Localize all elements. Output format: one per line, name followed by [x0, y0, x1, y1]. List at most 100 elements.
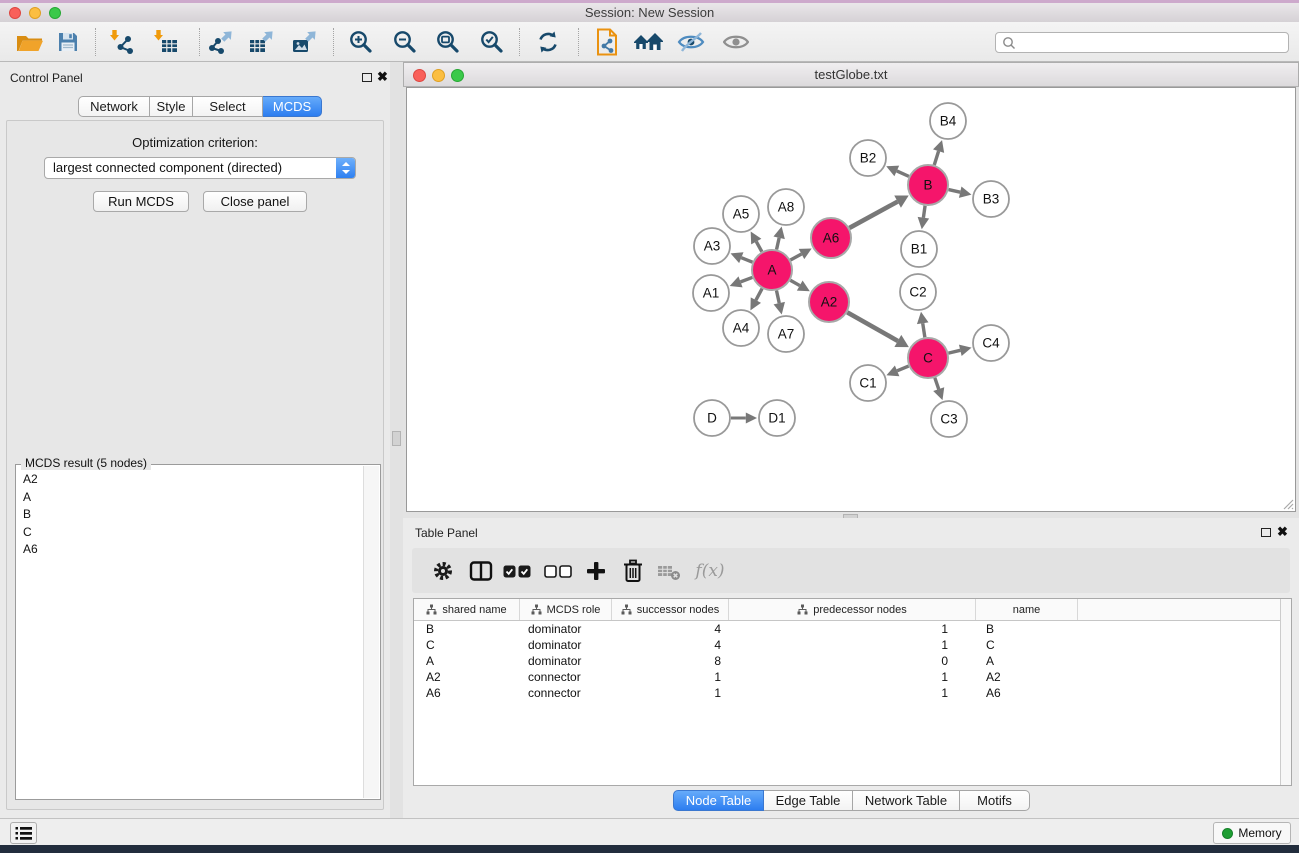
search-field[interactable]	[995, 32, 1289, 53]
table-cell: A	[976, 654, 1078, 668]
result-item-c[interactable]: C	[23, 524, 360, 542]
zoom-fit-icon[interactable]	[432, 26, 464, 58]
table-cell: 1	[729, 622, 976, 636]
column-label: predecessor nodes	[813, 604, 907, 616]
table-scrollbar[interactable]	[1280, 599, 1291, 785]
tab-style[interactable]: Style	[150, 96, 193, 117]
task-history-button[interactable]	[10, 822, 37, 844]
arrowhead-icon	[959, 186, 972, 197]
dropdown-stepper-icon[interactable]	[336, 158, 355, 178]
resize-grip-icon[interactable]	[1281, 497, 1294, 510]
table-row-a[interactable]: Adominator80A	[414, 653, 1291, 669]
mcds-result-items: A2ABCA6	[23, 471, 360, 559]
table-panel: Table Panel ✖ f(x)	[403, 518, 1299, 818]
graph-edge-A-A3	[741, 258, 752, 262]
graph-node-label-B3: B3	[983, 192, 1000, 207]
hide-selected-icon[interactable]	[675, 26, 707, 58]
tab-edge-table[interactable]: Edge Table	[764, 790, 853, 811]
list-icon	[15, 826, 32, 841]
select-all-icon[interactable]	[501, 555, 533, 587]
result-item-a2[interactable]: A2	[23, 471, 360, 489]
column-header-name[interactable]: name	[976, 599, 1078, 620]
column-label: MCDS role	[547, 604, 601, 616]
toolbar-separator	[95, 28, 96, 56]
table-cell: C	[414, 638, 520, 652]
close-panel-button[interactable]: Close panel	[203, 191, 307, 212]
settings-gear-icon[interactable]	[427, 555, 459, 587]
deselect-all-icon[interactable]	[542, 555, 574, 587]
new-network-from-selection-icon[interactable]	[592, 26, 624, 58]
open-session-icon[interactable]	[14, 26, 46, 58]
tab-mcds[interactable]: MCDS	[263, 96, 322, 117]
refresh-icon[interactable]	[532, 26, 564, 58]
mcds-result-list[interactable]: A2ABCA6	[15, 464, 381, 800]
table-cell: 1	[612, 670, 729, 684]
function-builder-icon[interactable]: f(x)	[690, 555, 730, 587]
table-row-c[interactable]: Cdominator41C	[414, 637, 1291, 653]
table-cell: dominator	[520, 654, 612, 668]
column-header-MCDS-role[interactable]: MCDS role	[520, 599, 612, 620]
tab-motifs[interactable]: Motifs	[960, 790, 1030, 811]
graph-edge-C-C1	[897, 366, 908, 371]
splitter-handle[interactable]	[392, 431, 401, 446]
delete-column-trash-icon[interactable]	[617, 555, 649, 587]
network-window-titlebar[interactable]: testGlobe.txt	[403, 62, 1299, 87]
result-item-b[interactable]: B	[23, 506, 360, 524]
float-table-panel-icon[interactable]	[1261, 528, 1271, 537]
criterion-dropdown[interactable]: largest connected component (directed)	[44, 157, 356, 179]
export-image-icon[interactable]	[289, 26, 321, 58]
split-view-icon[interactable]	[465, 555, 497, 587]
delete-table-icon[interactable]	[653, 555, 685, 587]
first-neighbors-icon[interactable]	[632, 26, 664, 58]
hierarchy-icon	[797, 604, 808, 615]
vertical-splitter[interactable]	[390, 62, 403, 818]
show-all-icon[interactable]	[720, 26, 752, 58]
import-network-icon[interactable]	[106, 26, 138, 58]
export-table-icon[interactable]	[246, 26, 278, 58]
mcds-result-title: MCDS result (5 nodes)	[21, 456, 151, 470]
close-panel-icon[interactable]: ✖	[377, 72, 388, 82]
tab-network-table[interactable]: Network Table	[853, 790, 960, 811]
close-table-panel-icon[interactable]: ✖	[1277, 527, 1288, 537]
optimization-criterion-label: Optimization criterion:	[7, 135, 383, 150]
network-graph[interactable]: B4B2BB3A5A8A6B1A3AC2A1A2A4A7C4CC1C3DD1	[407, 88, 1295, 511]
hierarchy-icon	[531, 604, 542, 615]
zoom-in-icon[interactable]	[345, 26, 377, 58]
graph-edge-B-B2	[897, 171, 909, 176]
memory-button[interactable]: Memory	[1213, 822, 1291, 844]
graph-edge-B-B1	[923, 206, 925, 218]
save-session-icon[interactable]	[52, 26, 84, 58]
tab-node-table[interactable]: Node Table	[673, 790, 764, 811]
graph-node-label-A2: A2	[821, 295, 838, 310]
arrowhead-icon	[746, 413, 757, 424]
column-header-shared-name[interactable]: shared name	[414, 599, 520, 620]
result-scrollbar[interactable]	[363, 466, 379, 798]
table-cell: dominator	[520, 622, 612, 636]
tab-select[interactable]: Select	[193, 96, 263, 117]
table-cell: connector	[520, 686, 612, 700]
app-titlebar[interactable]: Session: New Session	[0, 3, 1299, 23]
float-panel-icon[interactable]	[362, 73, 372, 82]
graph-node-label-C4: C4	[982, 336, 1000, 351]
table-cell: A2	[976, 670, 1078, 684]
zoom-out-icon[interactable]	[389, 26, 421, 58]
node-table[interactable]: shared name MCDS role successor nodes prede…	[413, 598, 1292, 786]
network-canvas[interactable]: B4B2BB3A5A8A6B1A3AC2A1A2A4A7C4CC1C3DD1	[406, 87, 1296, 512]
column-header-predecessor-nodes[interactable]: predecessor nodes	[729, 599, 976, 620]
tab-network[interactable]: Network	[78, 96, 150, 117]
import-table-icon[interactable]	[150, 26, 182, 58]
add-column-icon[interactable]	[580, 555, 612, 587]
result-item-a[interactable]: A	[23, 489, 360, 507]
table-row-b[interactable]: Bdominator41B	[414, 621, 1291, 637]
table-row-a2[interactable]: A2connector11A2	[414, 669, 1291, 685]
search-input[interactable]	[1016, 35, 1288, 51]
desktop-wallpaper	[0, 845, 1299, 853]
table-row-a6[interactable]: A6connector11A6	[414, 685, 1291, 701]
export-network-icon[interactable]	[205, 26, 237, 58]
result-item-a6[interactable]: A6	[23, 541, 360, 559]
memory-status-icon	[1222, 828, 1233, 839]
column-header-successor-nodes[interactable]: successor nodes	[612, 599, 729, 620]
graph-edge-A-A7	[776, 291, 779, 304]
run-mcds-button[interactable]: Run MCDS	[93, 191, 189, 212]
zoom-selected-icon[interactable]	[476, 26, 508, 58]
